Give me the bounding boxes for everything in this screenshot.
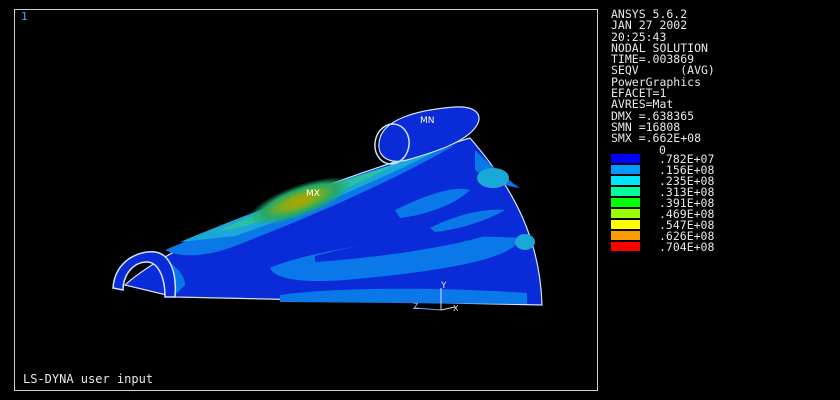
solution-info-panel: ANSYS 5.6.2 JAN 27 2002 20:25:43 NODAL S… — [611, 8, 831, 146]
svg-text:X: X — [453, 304, 459, 313]
legend-swatch — [611, 231, 640, 240]
info-line: SMX =.662E+08 — [611, 131, 702, 146]
viewport-title: LS-DYNA user input — [23, 372, 154, 386]
stress-contour-model[interactable]: MX MN Y X Z — [15, 10, 599, 392]
min-label: MN — [420, 116, 435, 126]
legend-swatch — [611, 154, 640, 163]
legend-swatch — [611, 187, 640, 196]
legend-swatch — [611, 176, 640, 185]
svg-text:Z: Z — [413, 302, 419, 311]
graphics-viewport[interactable]: 1 MX MN Y X Z LS-DYNA user input — [14, 9, 598, 391]
max-label: MX — [306, 189, 320, 199]
legend-swatch — [611, 165, 640, 174]
legend-swatch — [611, 209, 640, 218]
legend-swatch — [611, 242, 640, 251]
legend-label: .704E+08 — [659, 240, 715, 254]
legend-swatch — [611, 220, 640, 229]
svg-text:Y: Y — [440, 281, 447, 291]
legend-swatch — [611, 198, 640, 207]
